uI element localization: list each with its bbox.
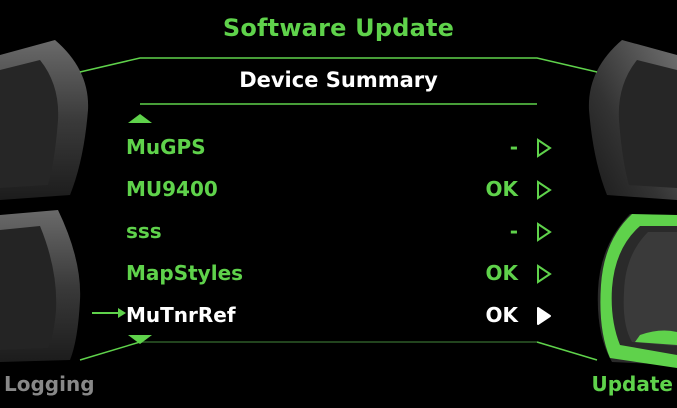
right-bottom-bezel-active bbox=[597, 214, 677, 368]
play-outline-icon[interactable] bbox=[536, 138, 552, 158]
play-filled-icon[interactable] bbox=[536, 306, 552, 326]
update-softkey[interactable]: Update bbox=[592, 372, 674, 396]
left-top-bezel bbox=[0, 40, 89, 200]
screen-title: Software Update bbox=[222, 14, 455, 42]
device-name: MapStyles bbox=[126, 261, 244, 285]
device-row-mapstyles[interactable]: MapStyles OK bbox=[100, 253, 570, 293]
device-row-mugps[interactable]: MuGPS - bbox=[100, 127, 570, 167]
scroll-up-icon[interactable] bbox=[128, 114, 152, 123]
device-status: - bbox=[509, 135, 518, 159]
right-top-bezel bbox=[588, 40, 677, 200]
device-status: - bbox=[509, 219, 518, 243]
device-screen: Software Update Device Summary MuGPS - M… bbox=[0, 0, 677, 408]
device-name: sss bbox=[126, 219, 162, 243]
left-bottom-bezel bbox=[0, 210, 81, 362]
play-outline-icon[interactable] bbox=[536, 264, 552, 284]
logging-softkey[interactable]: Logging bbox=[4, 372, 95, 396]
play-outline-icon[interactable] bbox=[536, 222, 552, 242]
device-name: MU9400 bbox=[126, 177, 218, 201]
device-status: OK bbox=[485, 303, 519, 327]
screen-subtitle: Device Summary bbox=[239, 68, 438, 92]
device-row-mu9400[interactable]: MU9400 OK bbox=[100, 169, 570, 209]
device-row-sss[interactable]: sss - bbox=[100, 211, 570, 251]
device-status: OK bbox=[485, 177, 519, 201]
play-outline-icon[interactable] bbox=[536, 180, 552, 200]
device-row-mutnrref[interactable]: MuTnrRef OK bbox=[100, 295, 570, 335]
device-name: MuGPS bbox=[126, 135, 206, 159]
device-status: OK bbox=[485, 261, 519, 285]
device-name: MuTnrRef bbox=[126, 303, 236, 327]
